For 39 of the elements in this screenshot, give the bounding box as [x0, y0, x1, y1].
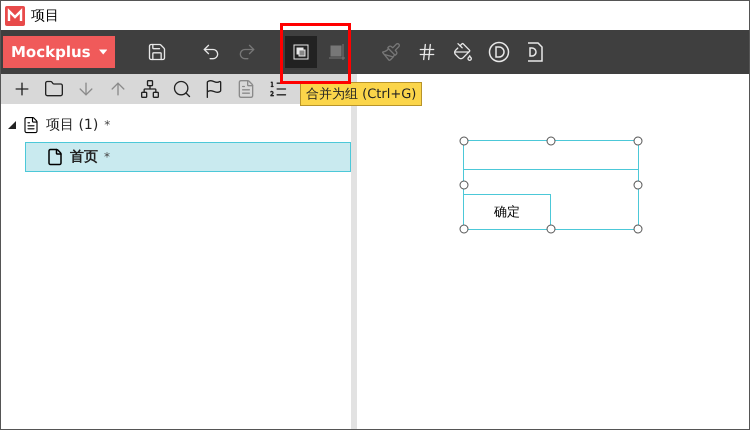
app-logo-icon — [5, 6, 25, 26]
grid-icon — [417, 42, 437, 62]
resize-handle[interactable] — [634, 180, 642, 190]
group-icon — [291, 42, 311, 62]
resize-handle[interactable] — [546, 224, 556, 234]
resize-handle[interactable] — [460, 224, 468, 234]
resize-handle[interactable] — [634, 224, 642, 234]
redo-icon — [237, 42, 257, 62]
paint-bucket-icon — [453, 42, 473, 62]
tree-label: 首页 — [70, 148, 98, 166]
resize-handle[interactable] — [460, 180, 468, 190]
tooltip: 合并为组 (Ctrl+G) — [300, 82, 422, 106]
tree-item[interactable]: 项目 (1) * — [7, 110, 351, 140]
tree-item[interactable]: 首页 * — [25, 142, 351, 172]
window-title: 项目 — [31, 6, 59, 24]
caret-icon — [98, 49, 107, 55]
expanded-arrow-icon — [8, 121, 16, 129]
undo-icon — [201, 42, 221, 62]
ungroup-icon — [327, 42, 347, 62]
list-icon — [268, 79, 288, 99]
modified-mark: * — [104, 150, 110, 164]
flag-icon — [204, 79, 224, 99]
d-circle-icon — [488, 41, 510, 63]
resize-handle[interactable] — [546, 136, 556, 146]
d-file-icon — [525, 41, 545, 63]
modified-mark: * — [104, 118, 110, 132]
resize-handle[interactable] — [460, 136, 468, 146]
save-icon — [147, 42, 167, 62]
search-icon — [172, 79, 192, 99]
toolbar-button[interactable] — [285, 36, 317, 68]
resize-handle[interactable] — [634, 136, 642, 146]
page-icon — [46, 148, 64, 166]
folder-icon — [44, 79, 64, 99]
file-icon — [236, 79, 256, 99]
project-icon — [22, 116, 40, 134]
tree-icon — [140, 79, 160, 99]
highlight-frame — [280, 23, 351, 84]
brush-icon — [381, 42, 401, 62]
tree-label: 项目 (1) — [46, 116, 98, 134]
